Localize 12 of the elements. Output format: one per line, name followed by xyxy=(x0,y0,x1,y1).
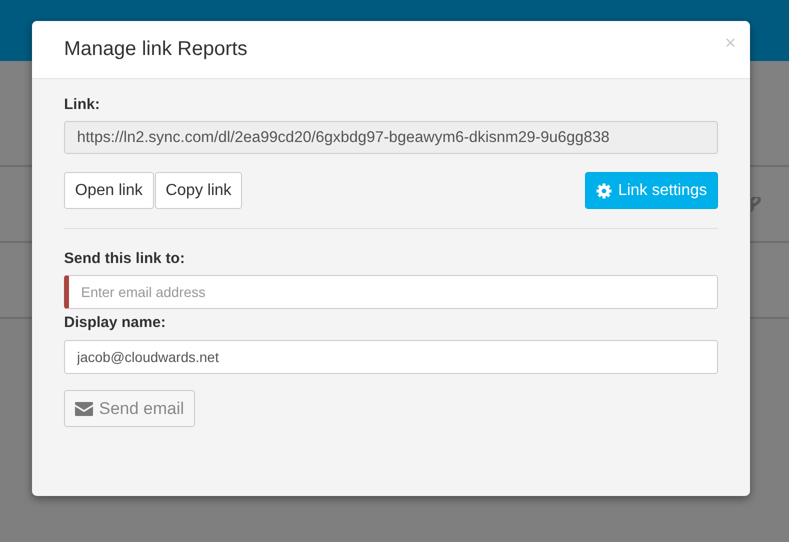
dialog-title: Manage link Reports xyxy=(64,38,248,61)
envelope-icon xyxy=(75,402,93,416)
display-name-field[interactable]: jacob@cloudwards.net xyxy=(64,340,718,374)
email-field[interactable]: Enter email address xyxy=(64,275,718,309)
gear-icon xyxy=(596,182,612,198)
link-label: Link: xyxy=(64,96,101,113)
send-to-label: Send this link to: xyxy=(64,250,186,267)
link-button[interactable]: Copy link xyxy=(154,172,242,209)
chain-icon[interactable] xyxy=(751,197,761,213)
link-button[interactable]: Open link xyxy=(64,172,154,209)
display-name-label: Display name: xyxy=(64,314,167,331)
link-field[interactable]: https://ln2.sync.com/dl/2ea99cd20/6gxbdg97-bgeawym6-dkisnm29-9u6gg838 xyxy=(64,121,718,154)
